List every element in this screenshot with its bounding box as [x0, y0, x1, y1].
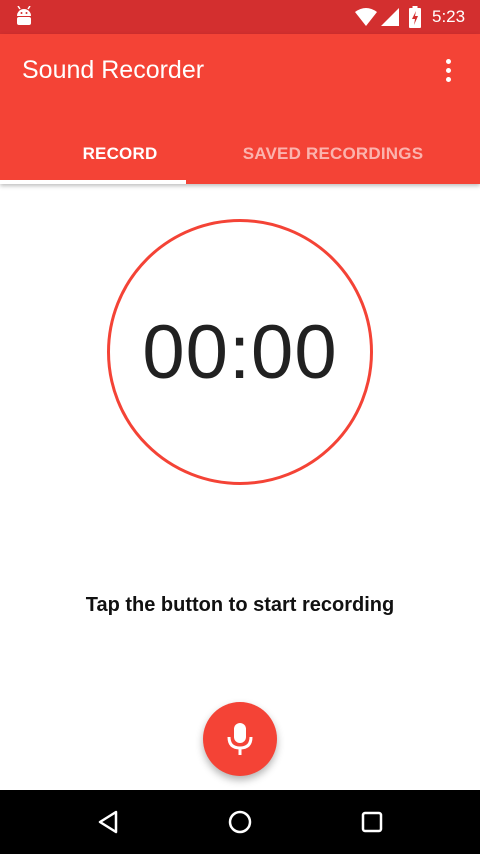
home-icon[interactable]: [224, 806, 256, 838]
tab-saved-recordings[interactable]: SAVED RECORDINGS: [222, 124, 444, 184]
back-icon[interactable]: [92, 806, 124, 838]
tab-record[interactable]: RECORD: [0, 124, 240, 184]
overflow-dot: [445, 67, 451, 73]
battery-charging-icon: [409, 6, 421, 28]
timer-circle: 00:00: [107, 219, 373, 485]
overflow-dot: [445, 76, 451, 82]
signal-icon: [381, 8, 399, 26]
more-vert-icon[interactable]: [436, 54, 460, 86]
status-time: 5:23: [432, 7, 466, 26]
app-bar: Sound Recorder RECORD SAVED RECORDINGS: [0, 34, 480, 184]
android-icon: [17, 6, 31, 25]
microphone-icon: [227, 723, 253, 755]
status-bar: 5:23: [0, 0, 480, 34]
recents-icon[interactable]: [356, 806, 388, 838]
record-button[interactable]: [203, 702, 277, 776]
timer-display: 00:00: [142, 309, 338, 395]
hint-text: Tap the button to start recording: [85, 594, 395, 616]
app-title: Sound Recorder: [22, 56, 205, 84]
overflow-dot: [445, 58, 451, 64]
navigation-bar: [0, 790, 480, 854]
tab-indicator: [0, 180, 186, 184]
wifi-icon: [355, 8, 377, 26]
